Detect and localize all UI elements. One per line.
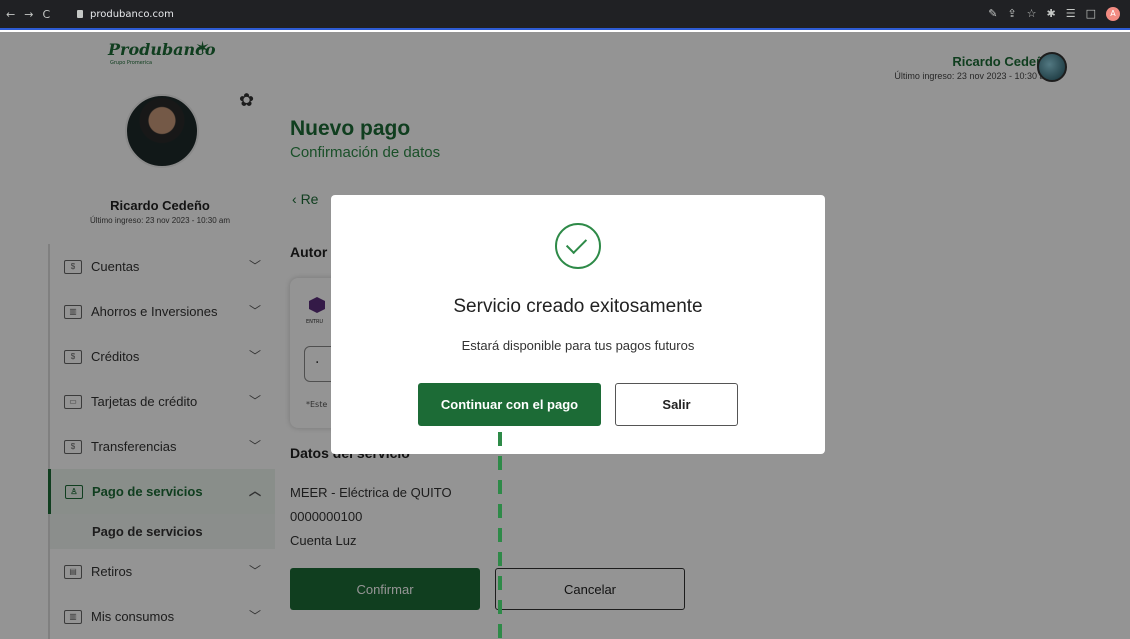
browser-profile-avatar[interactable]: A <box>1106 7 1120 21</box>
sidepanel-icon[interactable]: □ <box>1086 7 1096 21</box>
success-check-icon <box>555 223 601 269</box>
dialog-title: Servicio creado exitosamente <box>453 296 703 317</box>
back-arrow-icon[interactable]: ← <box>6 8 15 21</box>
share-icon[interactable]: ⇪ <box>1007 7 1016 21</box>
url-text: produbanco.com <box>90 9 174 20</box>
browser-nav: ← → C <box>6 8 50 21</box>
dialog-message: Estará disponible para tus pagos futuros <box>461 338 695 353</box>
continue-payment-button[interactable]: Continuar con el pago <box>418 383 601 426</box>
success-dialog: Servicio creado exitosamente Estará disp… <box>331 195 825 454</box>
browser-chrome: ← → C produbanco.com ✎ ⇪ ☆ ✱ ☰ □ A <box>0 0 1130 30</box>
lock-icon <box>77 10 83 18</box>
puzzle-icon[interactable]: ✱ <box>1047 7 1056 21</box>
forward-arrow-icon[interactable]: → <box>24 8 33 21</box>
address-bar[interactable]: produbanco.com <box>70 6 950 24</box>
exit-button[interactable]: Salir <box>615 383 738 426</box>
reading-list-icon[interactable]: ☰ <box>1066 7 1076 21</box>
browser-toolbar: ✎ ⇪ ☆ ✱ ☰ □ A <box>988 7 1120 21</box>
dashed-connector <box>498 432 502 639</box>
reload-icon[interactable]: C <box>42 8 50 21</box>
star-icon[interactable]: ☆ <box>1027 7 1037 21</box>
extension-icon[interactable]: ✎ <box>988 7 997 21</box>
